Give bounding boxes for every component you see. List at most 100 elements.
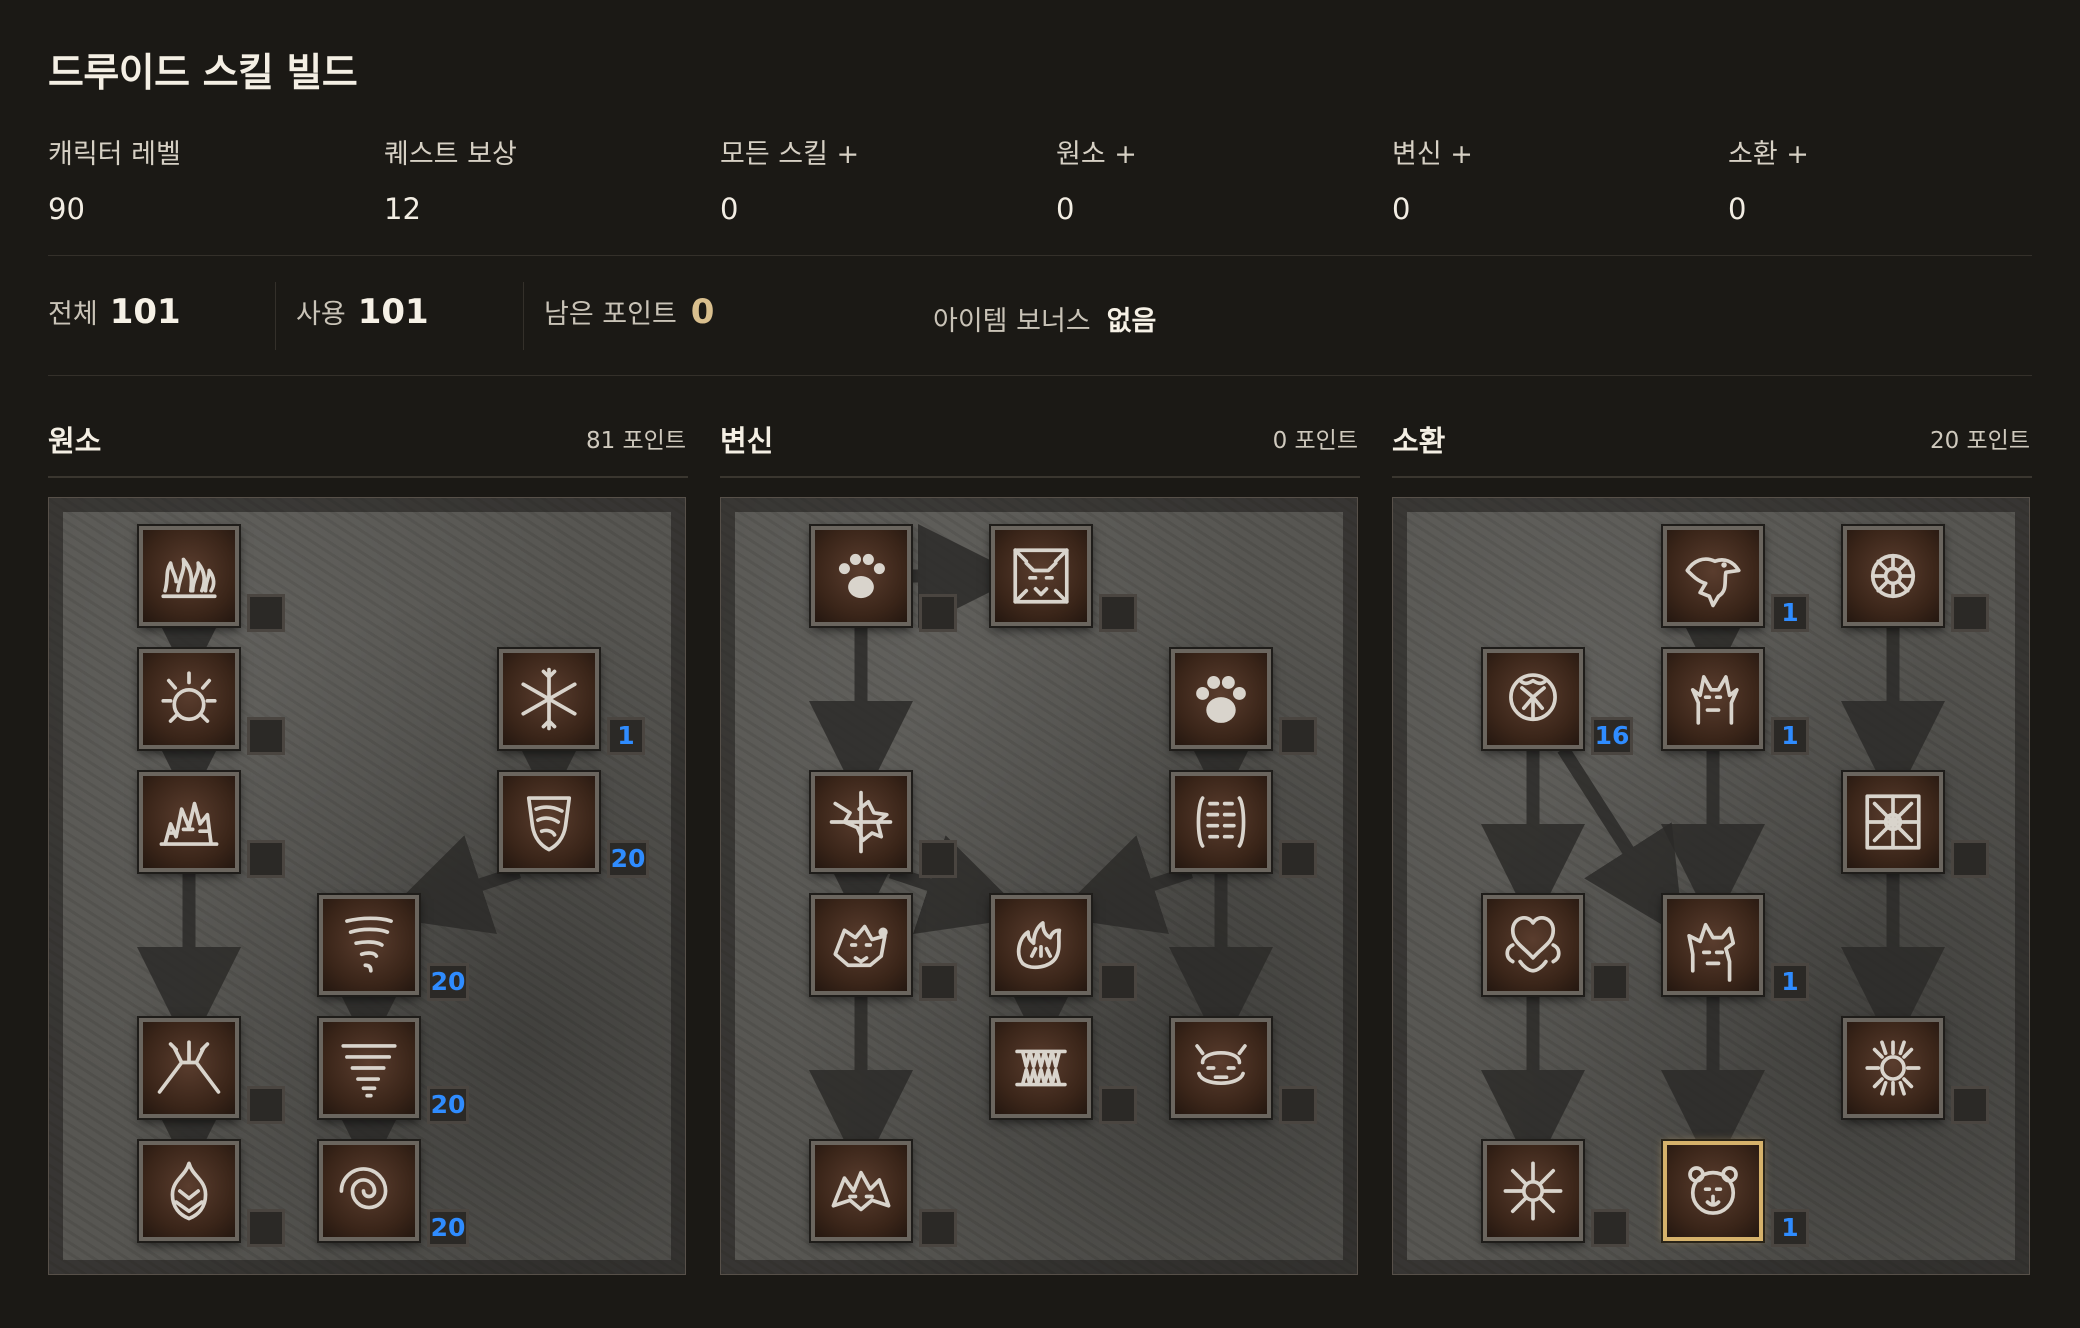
skill-summon-grizzly[interactable]: [1663, 1141, 1763, 1241]
skill-solar-creeper[interactable]: [1843, 1018, 1943, 1118]
skill-level-badge: [247, 840, 285, 878]
skill-heart-of-wolverine[interactable]: [1483, 895, 1583, 995]
page-title: 드루이드 스킬 빌드: [48, 51, 358, 96]
solar-creeper-icon: [1847, 1022, 1939, 1114]
werewolf-icon: [815, 530, 907, 622]
divider: [1392, 476, 2032, 478]
raven-icon: [1667, 530, 1759, 622]
skill-molten-boulder[interactable]: [139, 649, 239, 749]
divider: [48, 375, 2032, 376]
total-label: 전체: [48, 299, 98, 330]
skill-level-badge: [247, 594, 285, 632]
divider: [48, 255, 2032, 256]
stat-value-summoning: 0: [1728, 192, 1747, 226]
hunger-icon: [995, 1022, 1087, 1114]
armageddon-icon: [143, 1145, 235, 1237]
skill-tree-shape-shifting: [720, 497, 1358, 1275]
skill-level-badge: [1951, 1086, 1989, 1124]
skill-feral-rage[interactable]: [811, 772, 911, 872]
heart-of-wolverine-icon: [1487, 899, 1579, 991]
skill-maul[interactable]: [1171, 772, 1271, 872]
stat-label-summoning: 소환 +: [1728, 139, 1809, 170]
summon-dire-wolf-icon: [1667, 899, 1759, 991]
skill-fire-claws[interactable]: [991, 895, 1091, 995]
skill-raven[interactable]: [1663, 526, 1763, 626]
poison-creeper-icon: [1847, 530, 1939, 622]
skill-level-badge: [919, 1209, 957, 1247]
hurricane-icon: [323, 1145, 415, 1237]
skill-tree-summoning: 1 16 1 1 1: [1392, 497, 2030, 1275]
feral-rage-icon: [815, 776, 907, 868]
skill-werewolf[interactable]: [811, 526, 911, 626]
remaining-value: 0: [690, 292, 715, 332]
skill-level-badge: [247, 1209, 285, 1247]
skill-level-badge: 20: [607, 840, 649, 878]
divider: [523, 282, 524, 350]
skill-cyclone-armor[interactable]: [499, 772, 599, 872]
summon-spirit-wolf-icon: [1667, 653, 1759, 745]
skill-level-badge: [1951, 840, 1989, 878]
item-bonus-value: 없음: [1106, 306, 1157, 337]
tree-title-summoning: 소환: [1392, 424, 1446, 458]
skill-arctic-blast[interactable]: [499, 649, 599, 749]
skill-hurricane[interactable]: [319, 1141, 419, 1241]
skill-tornado[interactable]: [319, 1018, 419, 1118]
skill-summon-spirit-wolf[interactable]: [1663, 649, 1763, 749]
skill-fissure[interactable]: [139, 772, 239, 872]
summary-remaining: 남은 포인트 0: [544, 292, 714, 332]
tree-points-shape-shifting: 0 포인트: [1272, 428, 1358, 454]
skill-level-badge: [1951, 594, 1989, 632]
skill-level-badge: [1591, 1209, 1629, 1247]
summon-grizzly-icon: [1667, 1145, 1759, 1237]
skill-lycanthropy[interactable]: [991, 526, 1091, 626]
lycanthropy-icon: [995, 530, 1087, 622]
skill-level-badge: 20: [427, 963, 469, 1001]
skill-firestorm[interactable]: [139, 526, 239, 626]
skill-oak-sage[interactable]: [1483, 649, 1583, 749]
summary-total: 전체 101: [48, 292, 181, 332]
skill-summon-dire-wolf[interactable]: [1663, 895, 1763, 995]
used-value: 101: [357, 292, 429, 332]
skill-rabies[interactable]: [811, 895, 911, 995]
skill-twister[interactable]: [319, 895, 419, 995]
skill-level-badge: [1099, 1086, 1137, 1124]
summary-used: 사용 101: [296, 292, 429, 332]
skill-level-badge: 1: [607, 717, 645, 755]
cyclone-armor-icon: [503, 776, 595, 868]
skill-spirit-of-barbs[interactable]: [1483, 1141, 1583, 1241]
volcano-icon: [143, 1022, 235, 1114]
stat-label-character-level: 캐릭터 레벨: [48, 139, 181, 170]
skill-volcano[interactable]: [139, 1018, 239, 1118]
maul-icon: [1175, 776, 1267, 868]
stat-label-elemental: 원소 +: [1056, 139, 1137, 170]
skill-level-badge: 16: [1591, 717, 1633, 755]
remaining-label: 남은 포인트: [544, 299, 677, 330]
skill-level-badge: [919, 963, 957, 1001]
shock-wave-icon: [1175, 1022, 1267, 1114]
tree-title-shape-shifting: 변신: [720, 424, 774, 458]
skill-level-badge: 20: [427, 1209, 469, 1247]
stat-label-all-skills: 모든 스킬 +: [720, 139, 860, 170]
fury-icon: [815, 1145, 907, 1237]
total-value: 101: [109, 292, 181, 332]
skill-werebear[interactable]: [1171, 649, 1271, 749]
stat-value-all-skills: 0: [720, 192, 739, 226]
stat-label-shape-shifting: 변신 +: [1392, 139, 1473, 170]
skill-carrion-vine[interactable]: [1843, 772, 1943, 872]
skill-level-badge: [919, 594, 957, 632]
skill-fury[interactable]: [811, 1141, 911, 1241]
skill-armageddon[interactable]: [139, 1141, 239, 1241]
divider: [275, 282, 276, 350]
oak-sage-icon: [1487, 653, 1579, 745]
skill-hunger[interactable]: [991, 1018, 1091, 1118]
skill-level-badge: [1279, 1086, 1317, 1124]
skill-poison-creeper[interactable]: [1843, 526, 1943, 626]
stat-value-quest-reward: 12: [384, 192, 421, 226]
spirit-of-barbs-icon: [1487, 1145, 1579, 1237]
used-label: 사용: [296, 299, 346, 330]
summary-item-bonus: 아이템 보너스 없음: [933, 299, 1156, 338]
tree-points-elemental: 81 포인트: [585, 428, 686, 454]
skill-level-badge: [1099, 963, 1137, 1001]
fire-claws-icon: [995, 899, 1087, 991]
skill-shock-wave[interactable]: [1171, 1018, 1271, 1118]
